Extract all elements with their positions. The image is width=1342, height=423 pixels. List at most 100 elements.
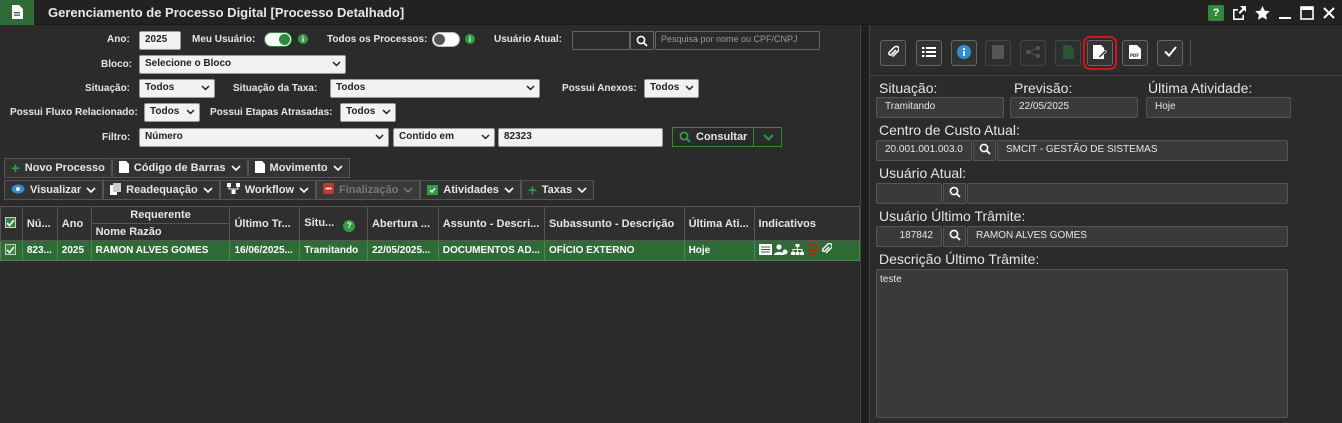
confirm-button[interactable]	[1157, 40, 1183, 66]
situacao-taxa-select[interactable]: Todos	[330, 79, 540, 98]
export-icon[interactable]	[1232, 5, 1247, 20]
filtro-op-select[interactable]: Contido em	[393, 128, 495, 147]
usuario-atual-search[interactable]	[943, 183, 966, 204]
list-button[interactable]	[916, 40, 942, 66]
workflow-button[interactable]: Workflow	[219, 180, 316, 200]
document-dollar-icon	[1062, 44, 1074, 62]
list-icon	[922, 46, 936, 61]
chevron-down-icon	[299, 187, 309, 194]
help-icon: ?	[343, 219, 356, 232]
visualizar-button[interactable]: Visualizar	[4, 180, 104, 200]
info-button[interactable]	[951, 40, 977, 66]
usuario-ultimo-label: Usuário Último Trâmite:	[879, 208, 1026, 224]
col-ano[interactable]: Ano	[56, 206, 92, 241]
chevron-down-icon	[403, 187, 413, 194]
col-nome-razao[interactable]: Nome Razão	[90, 223, 231, 241]
bloco-select[interactable]: Selecione o Bloco	[139, 55, 346, 74]
ultima-atividade-label: Última Atividade:	[1148, 80, 1253, 96]
sitemap-icon[interactable]	[791, 244, 805, 258]
chevron-down-icon	[186, 107, 195, 119]
maximize-icon[interactable]	[1300, 5, 1314, 20]
close-icon[interactable]	[1322, 6, 1336, 20]
col-assunto[interactable]: Assunto - Descri...	[437, 206, 545, 241]
col-requerente[interactable]: Requerente	[90, 206, 231, 224]
chevron-down-icon	[332, 59, 341, 71]
col-situacao[interactable]: Situ... ?	[299, 206, 368, 241]
toolbar-primary: + Novo Processo Código de Barras Moviment…	[4, 158, 350, 178]
etapas-select[interactable]: Todos	[340, 103, 396, 122]
title-bar: Gerenciamento de Processo Digital [Proce…	[0, 0, 1342, 25]
pdf-button[interactable]: PDF	[1122, 40, 1148, 66]
usuario-atual-input[interactable]	[572, 31, 630, 50]
consultar-button[interactable]: Consultar	[672, 127, 782, 147]
ano-input[interactable]: 2025	[139, 31, 181, 50]
document-icon	[0, 0, 34, 25]
plus-icon: +	[527, 181, 537, 199]
filtro-value-input[interactable]: 82323	[498, 128, 663, 147]
descricao-label: Descrição Último Trâmite:	[879, 251, 1040, 267]
search-input[interactable]: Pesquisa por nome ou CPF/CNPJ	[655, 31, 820, 50]
user-clock-icon[interactable]	[774, 244, 788, 258]
col-subassunto[interactable]: Subassunto - Descrição	[543, 206, 685, 241]
attachment-button[interactable]	[880, 40, 906, 66]
chevron-down-icon[interactable]	[753, 128, 782, 146]
edit-document-button[interactable]	[1083, 36, 1117, 70]
search-icon	[679, 131, 691, 143]
row-checkbox[interactable]	[0, 240, 23, 261]
novo-processo-button[interactable]: + Novo Processo	[4, 158, 112, 178]
select-all-checkbox[interactable]	[0, 206, 23, 241]
cell-ultima-atividade: Hoje	[683, 240, 755, 261]
todos-processos-toggle[interactable]	[432, 32, 460, 47]
edit-document-icon	[1093, 44, 1107, 62]
cell-subassunto: OFÍCIO EXTERNO	[543, 240, 685, 261]
chevron-down-icon	[203, 187, 213, 194]
codigo-barras-button[interactable]: Código de Barras	[111, 158, 248, 178]
col-abertura[interactable]: Abertura ...	[366, 206, 439, 241]
chevron-down-icon	[333, 165, 343, 172]
readequacao-button[interactable]: Readequação	[103, 180, 220, 200]
filtro-field-select[interactable]: Número	[139, 128, 389, 147]
chevron-down-icon	[685, 83, 694, 95]
fluxo-select[interactable]: Todos	[144, 103, 200, 122]
todos-processos-label: Todos os Processos:	[327, 34, 428, 45]
usuario-atual-label: Usuário Atual:	[879, 165, 967, 181]
info-icon	[957, 44, 971, 62]
movimento-button[interactable]: Movimento	[247, 158, 350, 178]
search-icon	[949, 229, 961, 244]
col-indicativos[interactable]: Indicativos	[753, 206, 861, 241]
situacao-select[interactable]: Todos	[139, 79, 215, 98]
paperclip-icon	[887, 45, 900, 62]
search-icon	[949, 186, 961, 201]
pdf-icon: PDF	[1128, 44, 1142, 62]
document-dollar-button	[1055, 40, 1081, 66]
return-arrow-icon[interactable]	[807, 244, 819, 258]
toolbar-divider	[870, 75, 1342, 76]
usuario-ultimo-search[interactable]	[943, 226, 966, 247]
search-button[interactable]	[630, 31, 654, 50]
eye-icon	[11, 184, 25, 197]
descricao-field: teste	[876, 269, 1288, 418]
col-ultimo-tramite[interactable]: Último Tr...	[229, 206, 301, 241]
help-icon[interactable]: ?	[1208, 4, 1224, 21]
table-row[interactable]: 823... 2025 RAMON ALVES GOMES 16/06/2025…	[0, 240, 861, 261]
col-ultima-atividade[interactable]: Última Ati...	[683, 206, 755, 241]
atividades-button[interactable]: Atividades	[420, 180, 521, 200]
chevron-down-icon	[201, 83, 210, 95]
centro-custo-search[interactable]	[973, 140, 996, 161]
col-numero[interactable]: Nú...	[21, 206, 58, 241]
possui-anexos-select[interactable]: Todos	[644, 79, 699, 98]
list-icon[interactable]	[758, 244, 772, 258]
minimize-icon[interactable]	[1278, 6, 1292, 20]
plus-icon: +	[11, 159, 20, 177]
star-icon[interactable]	[1255, 5, 1270, 20]
panel-splitter[interactable]	[860, 25, 870, 423]
window-title: Gerenciamento de Processo Digital [Proce…	[48, 4, 405, 20]
meu-usuario-toggle[interactable]	[264, 32, 292, 47]
chevron-down-icon	[481, 132, 490, 144]
copy-icon	[110, 182, 122, 198]
paperclip-icon[interactable]	[821, 242, 833, 258]
taxas-button[interactable]: + Taxas	[520, 180, 595, 200]
situacao-label: Situação:	[879, 80, 938, 96]
cell-ano: 2025	[56, 240, 92, 261]
ano-label: Ano:	[107, 34, 130, 45]
